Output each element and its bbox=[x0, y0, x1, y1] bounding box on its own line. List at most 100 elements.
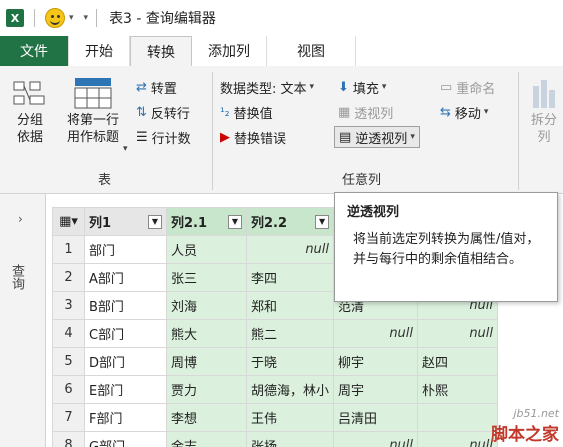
row-number[interactable]: 8 bbox=[52, 431, 85, 447]
table-cell[interactable]: 周宇 bbox=[333, 375, 419, 404]
fill-label: 填充 bbox=[352, 81, 379, 97]
rename-button[interactable]: ▭ 重命名 bbox=[440, 76, 495, 98]
table-cell[interactable]: 郑和 bbox=[245, 291, 335, 320]
replace-errors-icon: ▶ bbox=[220, 129, 230, 145]
chevron-down-icon[interactable]: ▾ bbox=[123, 144, 128, 154]
divider bbox=[34, 9, 35, 27]
group-by-icon bbox=[13, 81, 45, 105]
row-number[interactable]: 4 bbox=[52, 319, 85, 348]
tab-home[interactable]: 开始 bbox=[69, 36, 130, 66]
row-number[interactable]: 2 bbox=[52, 263, 85, 292]
table-cell[interactable]: 张扬 bbox=[245, 431, 335, 447]
table-cell[interactable]: 李四 bbox=[245, 263, 335, 292]
table-cell[interactable]: 朴熙 bbox=[417, 375, 499, 404]
move-dropdown[interactable]: ⇆ 移动 ▾ bbox=[440, 101, 488, 123]
group-by-button[interactable]: 分组 依据 bbox=[8, 78, 52, 146]
move-label: 移动 bbox=[454, 106, 481, 122]
replace-errors-button[interactable]: ▶ 替换错误 bbox=[220, 126, 286, 148]
table-cell[interactable]: 胡德海，林小 bbox=[245, 375, 335, 404]
table-cell[interactable]: null bbox=[333, 319, 419, 348]
column-header-label: 列2.1 bbox=[171, 216, 208, 231]
tab-transform[interactable]: 转换 bbox=[130, 36, 192, 66]
column-header[interactable]: 列2.1 ▼ bbox=[166, 207, 247, 236]
fill-dropdown[interactable]: ⬇ 填充 ▾ bbox=[338, 76, 386, 98]
replace-values-button[interactable]: ¹₂ 替换值 bbox=[220, 101, 273, 123]
column-header-label: 列2.2 bbox=[251, 216, 288, 231]
excel-icon[interactable]: X bbox=[6, 9, 24, 27]
table-cell[interactable]: B部门 bbox=[84, 291, 167, 320]
table-cell[interactable]: 熊二 bbox=[245, 319, 335, 348]
data-type-dropdown[interactable]: 数据类型: 文本 ▾ bbox=[220, 76, 314, 98]
pivot-icon: ▦ bbox=[338, 104, 351, 120]
count-rows-button[interactable]: ☰ 行计数 bbox=[136, 126, 191, 148]
watermark: jb51.net 脚本之家 bbox=[491, 407, 559, 445]
table-cell[interactable]: G部门 bbox=[84, 431, 167, 447]
tab-view[interactable]: 视图 bbox=[267, 36, 356, 66]
filter-dropdown-icon[interactable]: ▼ bbox=[148, 214, 162, 229]
chevron-down-icon[interactable]: ▾ bbox=[69, 13, 74, 23]
table-cell[interactable]: null bbox=[245, 235, 335, 264]
table-cell[interactable]: C部门 bbox=[84, 319, 167, 348]
table-cell[interactable]: 金志 bbox=[166, 431, 247, 447]
group-separator bbox=[212, 72, 213, 190]
row-number[interactable]: 5 bbox=[52, 347, 85, 376]
expand-pane-icon[interactable]: › bbox=[18, 212, 23, 226]
table-cell[interactable]: 刘海 bbox=[166, 291, 247, 320]
transpose-label: 转置 bbox=[150, 81, 177, 97]
table-cell[interactable]: E部门 bbox=[84, 375, 167, 404]
row-number[interactable]: 3 bbox=[52, 291, 85, 320]
pivot-column-button[interactable]: ▦ 透视列 bbox=[338, 101, 393, 123]
column-header[interactable]: 列1 ▼ bbox=[84, 207, 167, 236]
row-number[interactable]: 1 bbox=[52, 235, 85, 264]
column-header[interactable]: 列2.2 ▼ bbox=[245, 207, 335, 236]
table-cell[interactable]: 王伟 bbox=[245, 403, 335, 432]
tab-file[interactable]: 文件 bbox=[0, 36, 69, 66]
rename-label: 重命名 bbox=[456, 81, 496, 97]
tab-add-column[interactable]: 添加列 bbox=[192, 36, 267, 66]
table-cell[interactable]: 赵四 bbox=[417, 347, 499, 376]
smiley-feedback-icon[interactable] bbox=[45, 8, 65, 28]
table-cell[interactable]: 柳宇 bbox=[333, 347, 419, 376]
table-cell[interactable]: F部门 bbox=[84, 403, 167, 432]
table-row[interactable]: 4 C部门 熊大 熊二 null null bbox=[52, 319, 499, 348]
table-cell[interactable] bbox=[417, 403, 499, 432]
table-cell[interactable]: 张三 bbox=[166, 263, 247, 292]
move-icon: ⇆ bbox=[440, 104, 451, 120]
group-by-label: 分组 依据 bbox=[16, 113, 43, 145]
table-cell[interactable]: 周博 bbox=[166, 347, 247, 376]
quick-access-customize-icon[interactable]: ▾ bbox=[84, 13, 89, 23]
table-cell[interactable]: null bbox=[417, 431, 499, 447]
table-cell[interactable]: 人员 bbox=[166, 235, 247, 264]
table-cell[interactable]: 部门 bbox=[84, 235, 167, 264]
table-row[interactable]: 6 E部门 贾力 胡德海，林小 周宇 朴熙 bbox=[52, 375, 499, 404]
chevron-down-icon: ▾ bbox=[381, 82, 387, 92]
reverse-rows-button[interactable]: ⇅ 反转行 bbox=[136, 101, 190, 123]
rename-icon: ▭ bbox=[440, 79, 453, 95]
split-column-button[interactable]: 拆分 列 bbox=[526, 78, 562, 146]
table-row[interactable]: 8G部门金志张扬nullnull bbox=[52, 431, 499, 447]
table-cell[interactable]: 贾力 bbox=[166, 375, 247, 404]
reverse-rows-icon: ⇅ bbox=[136, 104, 147, 120]
table-cell[interactable]: null bbox=[333, 431, 419, 447]
unpivot-tooltip: 逆透视列 将当前选定列转换为属性/值对，并与每行中的剩余值相结合。 bbox=[334, 192, 558, 302]
table-row[interactable]: 7 F部门 李想 王伟 吕清田 bbox=[52, 403, 499, 432]
table-select-all[interactable]: ▦▾ bbox=[52, 207, 85, 236]
row-number[interactable]: 7 bbox=[52, 403, 85, 432]
transpose-icon: ⇄ bbox=[136, 79, 147, 95]
unpivot-columns-dropdown[interactable]: ▤ 逆透视列 ▾ bbox=[334, 126, 420, 148]
use-first-row-button[interactable]: 将第一行 用作标题 bbox=[56, 76, 130, 146]
table-row[interactable]: 5 D部门 周博 于晓 柳宇 赵四 bbox=[52, 347, 499, 376]
table-cell[interactable]: 熊大 bbox=[166, 319, 247, 348]
reverse-rows-label: 反转行 bbox=[150, 106, 190, 122]
row-number[interactable]: 6 bbox=[52, 375, 85, 404]
table-cell[interactable]: 于晓 bbox=[245, 347, 335, 376]
filter-dropdown-icon[interactable]: ▼ bbox=[228, 214, 242, 229]
filter-dropdown-icon[interactable]: ▼ bbox=[315, 214, 330, 229]
title-bar: X ▾ ▾ 表3 - 查询编辑器 bbox=[0, 0, 563, 36]
table-cell[interactable]: 李想 bbox=[166, 403, 247, 432]
table-cell[interactable]: 吕清田 bbox=[333, 403, 419, 432]
table-cell[interactable]: null bbox=[417, 319, 499, 348]
transpose-button[interactable]: ⇄ 转置 bbox=[136, 76, 177, 98]
table-cell[interactable]: A部门 bbox=[84, 263, 167, 292]
table-cell[interactable]: D部门 bbox=[84, 347, 167, 376]
